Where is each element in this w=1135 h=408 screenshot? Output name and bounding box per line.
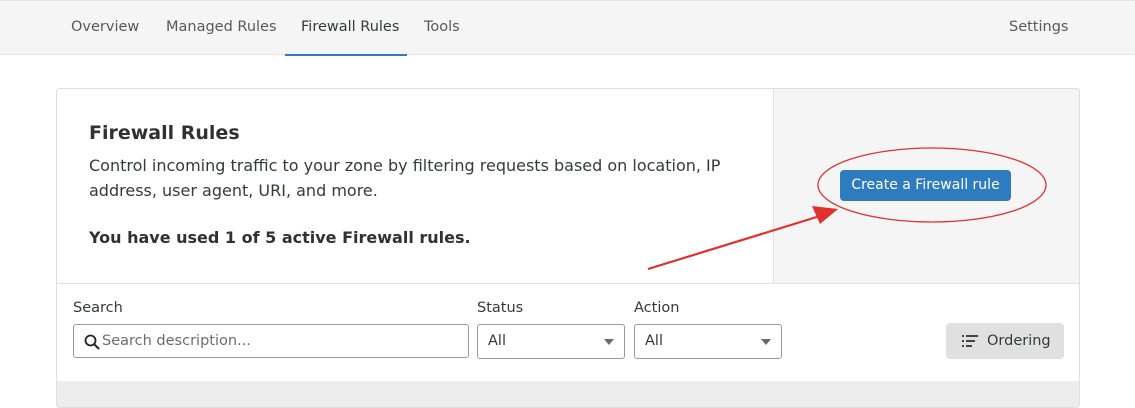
tab-tools[interactable]: Tools xyxy=(424,1,460,56)
tab-firewall-rules[interactable]: Firewall Rules xyxy=(301,1,399,56)
firewall-rules-card: Firewall Rules Control incoming traffic … xyxy=(56,88,1080,408)
search-label: Search xyxy=(73,300,123,316)
tab-managed-rules[interactable]: Managed Rules xyxy=(166,1,277,56)
search-input[interactable] xyxy=(102,325,462,357)
status-select-value: All xyxy=(488,333,506,349)
usage-text: You have used 1 of 5 active Firewall rul… xyxy=(89,228,471,247)
ordering-button[interactable]: Ordering xyxy=(946,323,1064,359)
active-tab-indicator xyxy=(285,54,407,56)
search-icon xyxy=(84,334,100,350)
action-select-value: All xyxy=(645,333,663,349)
status-label: Status xyxy=(477,300,524,316)
chevron-down-icon xyxy=(604,339,614,345)
card-description: Control incoming traffic to your zone by… xyxy=(89,156,721,200)
chevron-down-icon xyxy=(761,339,771,345)
card-divider xyxy=(57,283,1079,284)
card-title: Firewall Rules xyxy=(89,122,240,144)
create-firewall-rule-button[interactable]: Create a Firewall rule xyxy=(840,170,1011,201)
tab-settings[interactable]: Settings xyxy=(1009,1,1068,56)
search-field[interactable] xyxy=(73,324,469,358)
ordering-icon xyxy=(962,335,978,347)
tab-overview[interactable]: Overview xyxy=(71,1,139,56)
action-label: Action xyxy=(634,300,680,316)
action-select[interactable]: All xyxy=(634,324,782,359)
status-select[interactable]: All xyxy=(477,324,625,359)
table-header xyxy=(57,381,1079,407)
top-nav-bar: Overview Managed Rules Firewall Rules To… xyxy=(0,0,1135,56)
ordering-label: Ordering xyxy=(987,333,1051,349)
